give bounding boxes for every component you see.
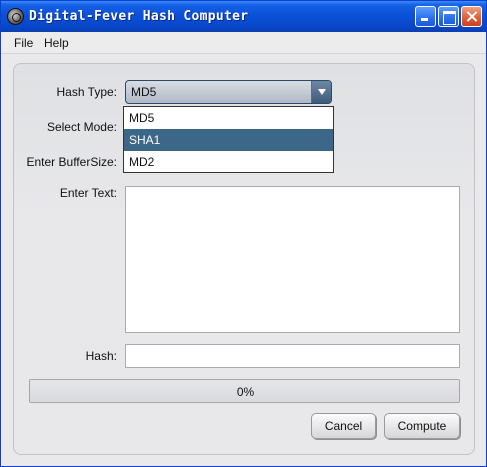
title-bar[interactable]: Digital-Fever Hash Computer [1, 1, 486, 32]
cancel-button[interactable]: Cancel [311, 413, 376, 439]
enter-text-label: Enter Text: [59, 186, 117, 200]
dropdown-option-md5[interactable]: MD5 [124, 107, 333, 129]
menu-help[interactable]: Help [44, 36, 69, 50]
dropdown-option-sha1[interactable]: SHA1 [124, 129, 333, 151]
maximize-button[interactable] [438, 6, 459, 27]
minimize-button[interactable] [415, 6, 436, 27]
app-window: Digital-Fever Hash Computer File Help Ha… [0, 0, 487, 467]
hash-type-select[interactable]: MD5 [125, 80, 332, 104]
hash-type-selected-value: MD5 [131, 85, 157, 99]
buffer-size-label: Enter BufferSize: [26, 155, 118, 169]
close-button[interactable] [461, 6, 482, 27]
hash-type-dropdown-list: MD5 SHA1 MD2 [123, 106, 334, 173]
app-logo-icon [7, 8, 24, 25]
select-mode-label: Select Mode: [46, 120, 117, 134]
enter-text-area[interactable] [125, 186, 460, 333]
progress-percent: 0% [236, 385, 255, 399]
hash-type-label: Hash Type: [56, 85, 117, 99]
progress-bar: 0% [29, 379, 460, 403]
window-title: Digital-Fever Hash Computer [29, 9, 249, 24]
hash-label: Hash: [85, 349, 117, 363]
menu-bar: File Help [1, 32, 486, 54]
menu-file[interactable]: File [14, 36, 33, 50]
compute-button[interactable]: Compute [384, 413, 460, 439]
chevron-down-icon[interactable] [311, 81, 331, 103]
hash-output-field[interactable] [125, 344, 460, 368]
dropdown-option-md2[interactable]: MD2 [124, 151, 333, 173]
